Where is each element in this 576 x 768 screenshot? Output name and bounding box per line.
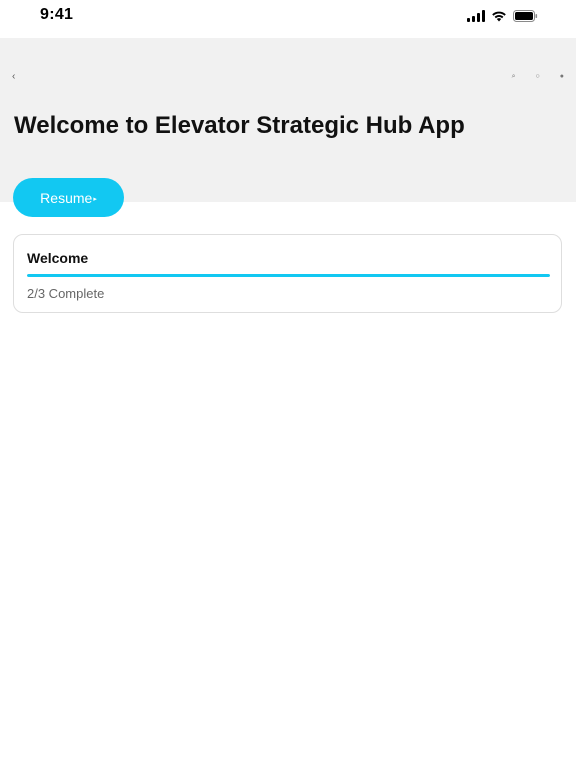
wifi-icon: [491, 10, 507, 22]
search-icon[interactable]: ⌕: [512, 70, 516, 84]
status-icons: [467, 10, 538, 22]
progress-card[interactable]: Welcome 2/3 Complete: [13, 234, 562, 313]
app-screen: 9:41 ‹ ⌕ ○ ● Welcome to Elevator Strateg…: [0, 0, 576, 768]
play-arrow-icon: ▸: [93, 195, 97, 203]
nav-bar: ‹ ⌕ ○ ●: [0, 70, 576, 84]
battery-icon: [513, 10, 538, 22]
more-icon[interactable]: ●: [560, 70, 564, 84]
status-bar: 9:41: [0, 0, 576, 38]
chevron-left-icon[interactable]: ‹: [12, 70, 15, 84]
status-time: 9:41: [40, 6, 74, 23]
progress-status: 2/3 Complete: [27, 286, 105, 301]
card-title: Welcome: [27, 250, 89, 266]
resume-button[interactable]: Resume ▸: [13, 178, 124, 217]
page-title: Welcome to Elevator Strategic Hub App: [14, 112, 465, 139]
progress-bar: [27, 274, 550, 277]
signal-icon: [467, 10, 485, 22]
progress-fill: [27, 274, 550, 277]
bookmark-icon[interactable]: ○: [536, 70, 540, 84]
nav-actions: ⌕ ○ ●: [512, 70, 564, 84]
resume-label: Resume: [40, 189, 93, 206]
